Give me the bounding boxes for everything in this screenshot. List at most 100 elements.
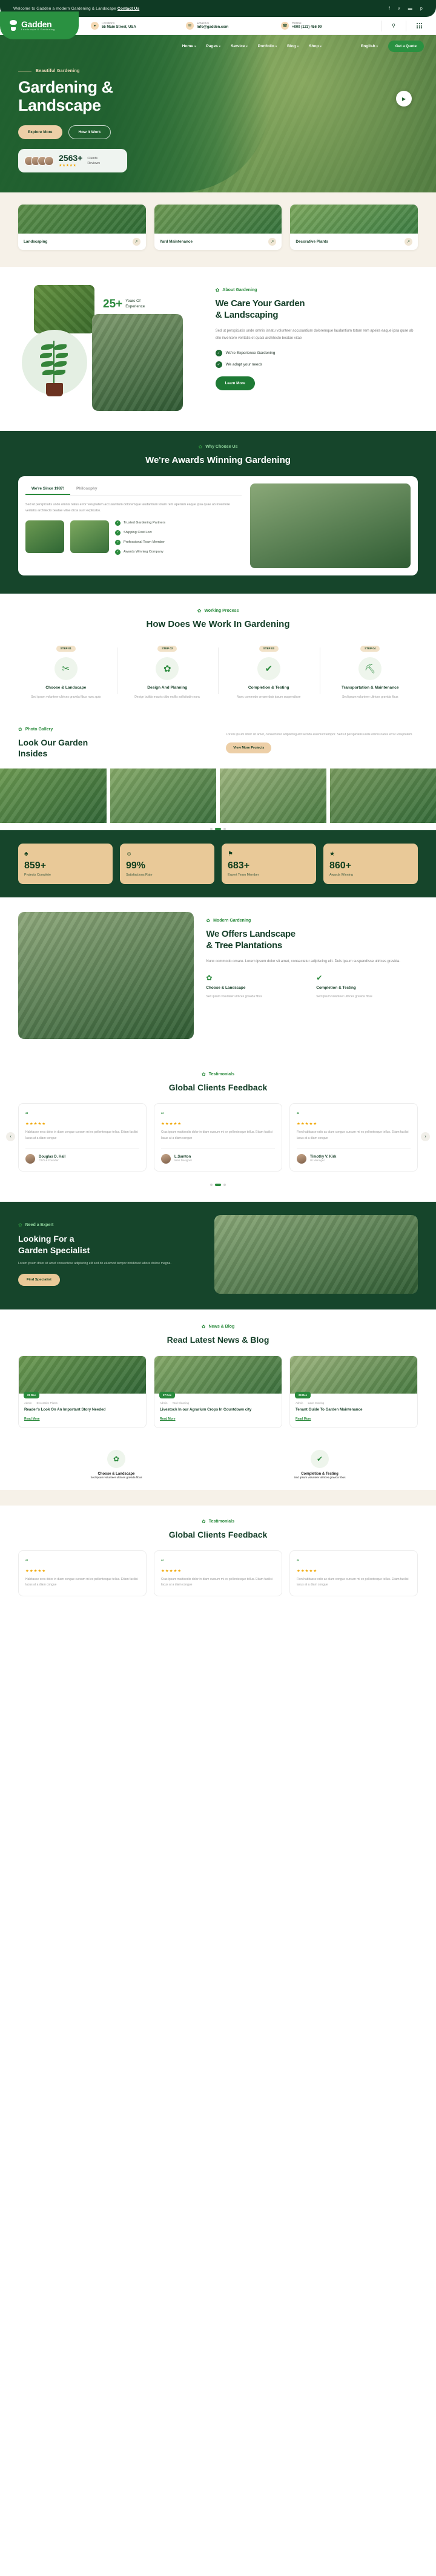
phone-icon: ☎ <box>281 22 289 30</box>
process-step: STEP 01 ✂ Choose & Landscape Sed ipsum v… <box>18 641 114 700</box>
nav-item-home[interactable]: Home ▾ <box>182 44 196 48</box>
service-card-landscaping[interactable]: Landscaping ↗ <box>18 205 146 250</box>
quote-icon: “ <box>161 1557 164 1567</box>
pagination-dot[interactable] <box>210 1183 213 1186</box>
service-image <box>290 205 418 234</box>
search-icon[interactable]: ⚲ <box>386 23 401 28</box>
counter-number: 99% <box>126 860 146 871</box>
feature-item: ✓ Professional Team Member <box>115 539 242 545</box>
learn-more-button[interactable]: Learn More <box>215 376 255 390</box>
nav-item-service[interactable]: Service ▾ <box>231 44 248 48</box>
testimonial-text: Habitasse eros dolor in diam congue curs… <box>25 1577 138 1587</box>
get-a-quote-button[interactable]: Get a Quote <box>388 41 424 52</box>
blog-card[interactable]: 29 Dec Admin Lawn Mowing Tenant Guide To… <box>289 1355 418 1428</box>
modern-columns: ✿ Choose & Landscape Sed ipsum volunteer… <box>206 974 418 1000</box>
quote-icon: “ <box>297 1557 300 1567</box>
flower-icon: ✿ <box>156 657 179 680</box>
find-specialist-button[interactable]: Find Specialist <box>18 1273 60 1286</box>
modern-eyebrow: ✿ Modern Gardening <box>206 918 418 923</box>
service-card-decorative-plants[interactable]: Decorative Plants ↗ <box>290 205 418 250</box>
testimonial-cards: “ ★★★★★ Habitasse eros dolor in diam con… <box>18 1103 418 1172</box>
arrow-up-right-icon[interactable]: ↗ <box>268 238 277 246</box>
modern-column-text: Sed ipsum volunteer ultrices gravida fib… <box>316 994 372 998</box>
service-name: Decorative Plants <box>296 240 328 244</box>
arrow-up-right-icon[interactable]: ↗ <box>405 238 413 246</box>
pagination-dot[interactable] <box>223 1183 226 1186</box>
award-icon: ★ <box>329 851 335 858</box>
counter-label: Satisfactions Rate <box>126 873 153 877</box>
contact-hotline: ☎ Hotline +000 (123) 456 99 <box>281 22 376 30</box>
location-pin-icon: ● <box>91 22 99 30</box>
testimonial-card: “ ★★★★★ Cras ipsum mattisodio dolor in d… <box>154 1103 282 1172</box>
gallery-image[interactable] <box>329 769 436 824</box>
chevron-down-icon: ▾ <box>275 44 277 48</box>
lawnmower-image <box>34 285 94 333</box>
cta-content: ✿ Need a Expert Looking For a Garden Spe… <box>18 1222 203 1286</box>
about-checklist: ✓ We're Experience Gardening ✓ We adapt … <box>215 349 418 368</box>
tab-since-1987[interactable]: We're Since 1987! <box>25 483 70 495</box>
testimonial-card: “ ★★★★★ Finn habitasse odio ac diam cong… <box>289 1103 418 1172</box>
youtube-icon[interactable]: ▬ <box>408 7 412 11</box>
carousel-prev-icon[interactable]: ‹ <box>6 1132 15 1142</box>
nav-item-shop[interactable]: Shop ▾ <box>309 44 322 48</box>
service-card-yard-maintenance[interactable]: Yard Maintenance ↗ <box>154 205 282 250</box>
client-avatars <box>24 156 54 166</box>
nav-item-blog[interactable]: Blog ▾ <box>287 44 299 48</box>
service-cards-strip: Landscaping ↗ Yard Maintenance ↗ Decorat… <box>0 192 436 267</box>
blog-eyebrow: ✿ News & Blog <box>18 1324 418 1329</box>
hero-stats-card: 2563+ ★★★★★ Clients Reviews <box>18 149 127 173</box>
bottom-feature-text: Sed ipsum volunteer ultrices gravida fib… <box>294 1475 346 1479</box>
feature-item: ✓ Trusted Gardening Partners <box>115 520 242 526</box>
modern-column: ✔ Completion & Testing Sed ipsum volunte… <box>316 974 418 1000</box>
about-title-line1: We Care Your Garden <box>215 298 305 309</box>
gallery-image[interactable] <box>220 769 326 824</box>
avatar <box>44 156 54 166</box>
check-icon: ✓ <box>115 539 121 545</box>
cta-title: Looking For a Garden Specialist <box>18 1233 203 1255</box>
arrow-up-right-icon[interactable]: ↗ <box>132 238 140 246</box>
why-thumbnail-image <box>70 520 109 553</box>
hero-eyebrow: Beautiful Gardening <box>18 69 436 73</box>
chevron-down-icon: ▾ <box>246 44 248 48</box>
gallery-eyebrow: ✿ Photo Gallery <box>18 727 88 732</box>
read-more-link[interactable]: Read More <box>296 1417 412 1421</box>
nav-item-portfolio[interactable]: Portfolio ▾ <box>258 44 277 48</box>
blog-date-badge: 29 Dec <box>295 1391 311 1398</box>
nav-item-pages[interactable]: Pages ▾ <box>206 44 220 48</box>
contact-us-link[interactable]: Contact Us <box>117 7 139 11</box>
explore-more-button[interactable]: Explore More <box>18 125 62 140</box>
testimonial-role: Web Designer <box>174 1159 193 1162</box>
blog-card[interactable]: 27 Dec Admin Yard Cleaning Livestock In … <box>154 1355 282 1428</box>
tab-philosophy[interactable]: Philosophy <box>70 483 103 495</box>
how-it-work-button[interactable]: How It Work <box>68 125 111 140</box>
blog-post-title: Tenant Guide To Garden Maintenance <box>296 1407 363 1412</box>
quote-icon: “ <box>25 1110 28 1120</box>
play-video-button[interactable]: ▶ <box>396 91 412 107</box>
bottom-feature-strip: ✿ Choose & Landscape Sed ipsum volunteer… <box>0 1444 436 1490</box>
gallery-pagination-dots <box>0 823 436 831</box>
pagination-dot-active[interactable] <box>215 1183 221 1186</box>
why-panel-left: We're Since 1987! Philosophy Sed ut pers… <box>25 483 242 568</box>
blog-title: Read Latest News & Blog <box>167 1334 269 1345</box>
modern-eyebrow-text: Modern Gardening <box>213 919 251 923</box>
experience-label-line2: Experience <box>125 304 145 309</box>
pinterest-icon[interactable]: p <box>420 7 423 11</box>
step-text: Design builds mauris dibo mollis sollici… <box>134 695 200 699</box>
carousel-next-icon[interactable]: › <box>421 1132 430 1142</box>
contact-value: 55 Main Street, USA <box>102 25 136 29</box>
blog-eyebrow-text: News & Blog <box>208 1324 235 1329</box>
pagination-dot-active[interactable] <box>215 828 221 831</box>
read-more-link[interactable]: Read More <box>24 1417 140 1421</box>
view-more-projects-button[interactable]: View More Projects <box>226 742 272 754</box>
gallery-image[interactable] <box>110 769 216 824</box>
facebook-icon[interactable]: f <box>389 7 390 11</box>
language-selector[interactable]: English ▾ <box>361 44 378 48</box>
grid-menu-icon[interactable] <box>411 23 428 28</box>
gallery-image[interactable] <box>0 769 107 824</box>
gallery-eyebrow-text: Photo Gallery <box>25 727 53 732</box>
read-more-link[interactable]: Read More <box>160 1417 276 1421</box>
testimonial-text: Finn habitasse odio ac diam congue cursu… <box>297 1577 409 1587</box>
tree-logo-icon <box>8 19 18 31</box>
twitter-icon[interactable]: ᴠ <box>398 7 400 11</box>
blog-card[interactable]: 25 Dec Admin Decorative Plants Reader's … <box>18 1355 147 1428</box>
